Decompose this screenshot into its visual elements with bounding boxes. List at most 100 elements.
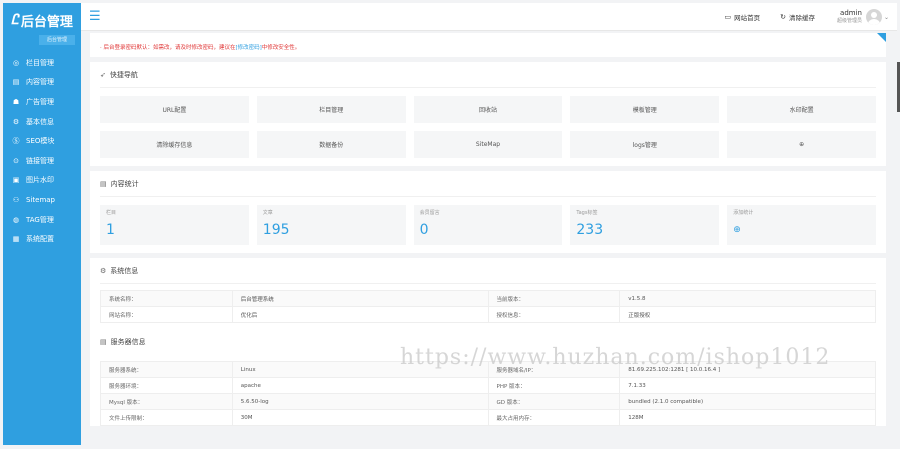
send-icon: ➶ <box>100 70 106 79</box>
table-row: 网站名称： 优化后 授权信息： 正版授权 <box>100 306 876 323</box>
stat-label: 添加统计 <box>733 210 754 216</box>
quick-nav-button[interactable]: 模板管理 <box>570 96 720 123</box>
table-value: apache <box>231 377 489 394</box>
stat-label: 栏目 <box>106 210 117 216</box>
stat-label: 文章 <box>262 210 273 216</box>
table-value: 后台管理系统 <box>231 290 489 307</box>
quick-nav-button[interactable]: SiteMap <box>413 131 563 158</box>
table-value: 优化后 <box>231 306 489 323</box>
sidebar-item-7[interactable]: ⚇ Sitemap <box>3 190 81 210</box>
monitor-icon: ▭ <box>724 13 732 21</box>
config-icon: ▦ <box>12 235 20 244</box>
sidebar-item-1[interactable]: ▤ 内容管理 <box>3 73 81 93</box>
tag-icon: ◍ <box>12 215 20 224</box>
link-icon: ⊙ <box>13 156 19 165</box>
quick-nav-panel: ➶ 快捷导航 URL配置 栏目管理 回收站 模板管理 水印配置清除缓存信息 数据备份 Site… <box>90 62 886 166</box>
stat-value: 0 <box>419 222 429 238</box>
table-key: 网站名称： <box>100 306 233 323</box>
quick-nav-button[interactable]: 栏目管理 <box>256 96 406 123</box>
sidebar-item-2[interactable]: ☗ 广告管理 <box>3 92 81 112</box>
stat-card[interactable]: 栏目 1 <box>100 205 249 245</box>
table-key: 系统名称： <box>100 290 233 307</box>
user-name: admin <box>840 9 862 17</box>
quick-nav-button[interactable]: 数据备份 <box>256 131 406 158</box>
stats-panel: ▤ 内容统计 栏目 1 文章 195 会员留言 0 Tags标签 233 添加统计 ⊕ <box>90 171 886 253</box>
system-panel: ⚙ 系统信息 系统名称： 后台管理系统 当前版本： v1.5.8 网站名称： 优化后 授权信息… <box>90 258 886 426</box>
sidebar-item-label: 基本信息 <box>26 117 54 126</box>
sidebar-item-6[interactable]: ▣ 图片水印 <box>3 171 81 191</box>
sidebar-item-0[interactable]: ◎ 栏目管理 <box>3 53 81 73</box>
quick-nav-title: 快捷导航 <box>109 70 138 79</box>
quick-nav-button[interactable]: URL配置 <box>100 96 249 123</box>
stat-card[interactable]: 添加统计 ⊕ <box>727 205 876 245</box>
gear-icon: ⚙ <box>100 266 107 275</box>
logo-text: 后台管理 <box>20 14 73 30</box>
chevron-down-icon[interactable]: ⌄ <box>884 14 889 21</box>
table-row: 系统名称： 后台管理系统 当前版本： v1.5.8 <box>100 290 876 307</box>
stats-title: 内容统计 <box>110 179 139 188</box>
table-value: 128M <box>619 409 876 426</box>
server-title: 服务器信息 <box>110 338 146 346</box>
stat-value: 195 <box>262 222 290 238</box>
table-row: 文件上传限制： 30M 最大占用内存： 128M <box>100 409 876 426</box>
doc-icon: ▤ <box>12 78 20 87</box>
server-icon: ▤ <box>100 338 107 346</box>
quick-nav-button[interactable]: ⊕ <box>727 131 876 158</box>
sidebar-item-label: Sitemap <box>26 195 55 204</box>
stat-label: 会员留言 <box>419 210 440 216</box>
table-value: bundled (2.1.0 compatible) <box>619 393 876 410</box>
settings-icon: ⚙ <box>12 117 20 126</box>
ad-icon: ☗ <box>12 97 20 106</box>
table-row: Mysql 版本： 5.6.50-log GD 版本： bundled (2.1.0 … <box>100 393 876 410</box>
system-title: 系统信息 <box>110 266 139 275</box>
stat-card[interactable]: 文章 195 <box>256 205 406 245</box>
clear-cache-button[interactable]: ↻ 清除缓存 <box>780 12 815 22</box>
change-password-link[interactable]: [修改密码] <box>236 45 262 51</box>
user-menu[interactable]: admin 超级管理员 ⌄ <box>837 9 889 25</box>
topbar: ☰ ▭ 网站首页 ↻ 清除缓存 admin 超级管理员 ⌄ <box>81 3 897 31</box>
quick-nav-button[interactable]: 回收站 <box>413 96 563 123</box>
table-key: 当前版本： <box>487 290 621 307</box>
sidebar-item-8[interactable]: ◍ TAG管理 <box>3 210 81 230</box>
table-row: 服务器环境： apache PHP 版本： 7.1.33 <box>100 377 876 394</box>
quick-nav-button[interactable]: 清除缓存信息 <box>100 131 249 158</box>
table-key: 文件上传限制： <box>100 409 233 426</box>
sidebar-nav: ◎ 栏目管理 ▤ 内容管理 ☗ 广告管理 ⚙ 基本信息 Ⓢ SEO模块 ⊙ 链接管理 ▣ 图片水印 ⚇ Sit… <box>3 53 81 249</box>
corner-flag-icon <box>877 33 886 42</box>
user-role: 超级管理员 <box>836 18 862 24</box>
site-home-button[interactable]: ▭ 网站首页 <box>724 12 760 22</box>
menu-toggle-icon[interactable]: ☰ <box>89 9 101 24</box>
table-value: 30M <box>231 409 489 426</box>
table-key: PHP 版本： <box>487 377 621 394</box>
sidebar-item-3[interactable]: ⚙ 基本信息 <box>3 112 81 132</box>
quick-nav-button[interactable]: 水印配置 <box>727 96 876 123</box>
sidebar: Ꮭ 后台管理 后台管理 ◎ 栏目管理 ▤ 内容管理 ☗ 广告管理 ⚙ 基本信息 Ⓢ SEO模块 ⊙ 链接… <box>3 3 81 445</box>
table-value: 正版授权 <box>619 306 876 323</box>
logo-subtitle: 后台管理 <box>39 35 75 45</box>
server-info-table: 服务器系统： Linux 服务器域名/IP： 81.69.225.102:1281 [… <box>100 361 876 426</box>
system-info-table: 系统名称： 后台管理系统 当前版本： v1.5.8 网站名称： 优化后 授权信息： 正版授权 <box>100 290 876 323</box>
sidebar-item-label: 广告管理 <box>26 97 54 106</box>
sidebar-item-label: 链接管理 <box>26 156 54 165</box>
chart-icon: ▤ <box>100 179 107 188</box>
stat-card[interactable]: 会员留言 0 <box>413 205 563 245</box>
sitemap-icon: ⚇ <box>12 195 20 204</box>
table-key: GD 版本： <box>487 393 621 410</box>
sidebar-item-9[interactable]: ▦ 系统配置 <box>3 229 81 249</box>
sidebar-item-4[interactable]: Ⓢ SEO模块 <box>3 131 81 151</box>
table-key: Mysql 版本： <box>100 393 233 410</box>
grid-icon: ◎ <box>12 58 20 67</box>
seo-icon: Ⓢ <box>12 137 20 146</box>
sidebar-item-label: TAG管理 <box>26 215 54 224</box>
stat-value: 1 <box>106 222 115 238</box>
logo[interactable]: Ꮭ 后台管理 <box>3 3 81 37</box>
table-key: 授权信息： <box>487 306 621 323</box>
table-value: 5.6.50-log <box>231 393 489 410</box>
quick-nav-button[interactable]: logs管理 <box>570 131 720 158</box>
refresh-icon: ↻ <box>780 13 786 21</box>
table-value: v1.5.8 <box>619 290 876 307</box>
sidebar-item-5[interactable]: ⊙ 链接管理 <box>3 151 81 171</box>
avatar[interactable] <box>865 9 882 25</box>
logo-mark-icon: Ꮭ <box>11 12 19 28</box>
stat-card[interactable]: Tags标签 233 <box>570 205 720 245</box>
